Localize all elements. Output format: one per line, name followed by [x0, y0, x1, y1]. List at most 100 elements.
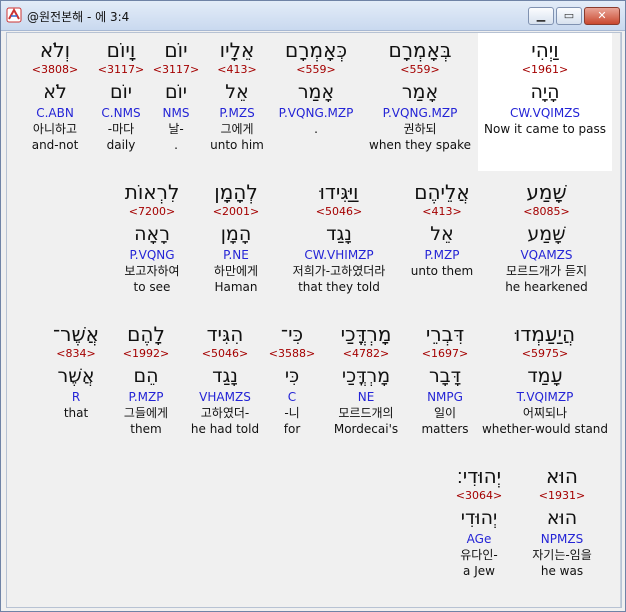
- parsing-code[interactable]: C.ABN: [21, 105, 89, 121]
- parsing-code[interactable]: P.MZP: [114, 389, 178, 405]
- strong-number[interactable]: <413>: [403, 205, 481, 219]
- korean-gloss: 모르드개가 듣지: [505, 264, 588, 278]
- strong-number[interactable]: <5046>: [188, 347, 262, 361]
- parsing-code[interactable]: CW.VQIMZS: [478, 105, 612, 121]
- scroll-track: [620, 33, 621, 607]
- korean-gloss: 저희가-고하였더라: [292, 264, 386, 278]
- korean-gloss: 고하였더-: [200, 406, 250, 420]
- hebrew-word: דִּבְרֵי: [425, 322, 465, 346]
- strong-number[interactable]: <559>: [368, 63, 472, 77]
- word-cell[interactable]: וַיְהִי <1961> הָיָה CW.VQIMZS Now it ca…: [478, 33, 612, 171]
- parsing-code[interactable]: C.NMS: [95, 105, 147, 121]
- word-cell[interactable]: וַיַּגִּידוּ <5046> נָגַד CW.VHIMZP 저희가-…: [277, 175, 401, 313]
- strong-number[interactable]: <3117>: [150, 63, 202, 77]
- interlinear-view[interactable]: וַיְהִי <1961> הָיָה CW.VQIMZS Now it ca…: [6, 32, 622, 608]
- korean-gloss: -니: [284, 406, 300, 420]
- english-gloss: when they spake: [369, 138, 471, 152]
- hebrew-lemma: לֹא: [43, 81, 67, 103]
- parsing-code[interactable]: VQAMZS: [484, 247, 609, 263]
- word-cell[interactable]: אֲלֵיהֶם <413> אֵל P.MZP unto them: [403, 175, 481, 313]
- word-cell[interactable]: כְּאָמְרָם <559> אָמַר P.VQNG.MZP .: [268, 33, 364, 171]
- parsing-code[interactable]: CW.VHIMZP: [277, 247, 401, 263]
- parsing-code[interactable]: P.MZP: [403, 247, 481, 263]
- hebrew-word: לְהָמָן: [214, 180, 258, 204]
- korean-gloss: -마다: [107, 122, 135, 136]
- korean-gloss: 아니하고: [32, 122, 78, 136]
- english-gloss: .: [174, 138, 178, 152]
- strong-number[interactable]: <834>: [44, 347, 108, 361]
- parsing-code[interactable]: AGe: [444, 531, 514, 547]
- hebrew-lemma: הוּא: [546, 507, 578, 529]
- strong-number[interactable]: <1992>: [114, 347, 178, 361]
- word-cell[interactable]: לְהָמָן <2001> הָמָן P.NE 하만에게 Haman: [200, 175, 272, 313]
- word-cell[interactable]: לִרְאוֹת <7200> רָאָה P.VQNG 보고자하여 to se…: [112, 175, 192, 313]
- strong-number[interactable]: <413>: [207, 63, 267, 77]
- close-button[interactable]: ✕: [584, 7, 620, 25]
- parsing-code[interactable]: NE: [325, 389, 407, 405]
- hebrew-lemma: אָמַר: [297, 81, 335, 103]
- word-cell[interactable]: הִגִּיד <5046> נָגַד VHAMZS 고하였더- he had…: [188, 317, 262, 455]
- word-cell[interactable]: הֲיַעַמְדוּ <5975> עָמַד T.VQIMZP 어찌되나 w…: [480, 317, 610, 455]
- word-cell[interactable]: אֲשֶׁר־ <834> אֲשֶׁר R that: [44, 317, 108, 455]
- english-gloss: unto him: [210, 138, 264, 152]
- parsing-code[interactable]: P.MZS: [207, 105, 267, 121]
- word-cell[interactable]: הוּא <1931> הוּא NPMZS 자기는-임을 he was: [521, 459, 603, 597]
- parsing-code[interactable]: NPMZS: [521, 531, 603, 547]
- strong-number[interactable]: <8085>: [484, 205, 609, 219]
- word-cell[interactable]: לָהֶם <1992> הֵם P.MZP 그들에게 them: [114, 317, 178, 455]
- parsing-code[interactable]: R: [44, 389, 108, 405]
- parsing-code[interactable]: NMS: [150, 105, 202, 121]
- word-cell[interactable]: וְלֹא <3808> לֹא C.ABN 아니하고 and-not: [21, 33, 89, 171]
- strong-number[interactable]: <5046>: [277, 205, 401, 219]
- korean-gloss: 유다인-: [460, 548, 498, 562]
- strong-number[interactable]: <1961>: [478, 63, 612, 77]
- word-cell[interactable]: כִּי־ <3588> כִּי C -니 for: [267, 317, 317, 455]
- minimize-button[interactable]: ▁: [528, 7, 554, 25]
- strong-number[interactable]: <3808>: [21, 63, 89, 77]
- strong-number[interactable]: <559>: [268, 63, 364, 77]
- strong-number[interactable]: <4782>: [325, 347, 407, 361]
- english-gloss: he hearkened: [505, 280, 588, 294]
- strong-number[interactable]: <7200>: [112, 205, 192, 219]
- maximize-button[interactable]: ▭: [556, 7, 582, 25]
- close-icon: ✕: [597, 9, 607, 22]
- english-gloss: whether-would stand: [481, 422, 609, 436]
- strong-number[interactable]: <3588>: [267, 347, 317, 361]
- parsing-code[interactable]: NMPG: [415, 389, 475, 405]
- word-cell[interactable]: יְהוּדִי׃ <3064> יְהוּדִי AGe 유다인- a Jew: [444, 459, 514, 597]
- word-cell[interactable]: בְּאָמְרָם <559> אָמַר P.VQNG.MZP 권하되 wh…: [368, 33, 472, 171]
- hebrew-lemma: יוֹם: [164, 81, 188, 103]
- strong-number[interactable]: <1697>: [415, 347, 475, 361]
- title-bar[interactable]: @원전본해 - 에 3:4 ▁ ▭ ✕: [1, 1, 625, 31]
- word-cell[interactable]: יוֹם <3117> יוֹם NMS 날- .: [150, 33, 202, 171]
- parsing-code[interactable]: VHAMZS: [188, 389, 262, 405]
- english-gloss: Now it came to pass: [484, 122, 606, 136]
- word-cell[interactable]: אֵלָיו <413> אֵל P.MZS 그에게 unto him: [207, 33, 267, 171]
- app-logo-icon: [6, 7, 22, 23]
- strong-number[interactable]: <2001>: [200, 205, 272, 219]
- hebrew-lemma: נָגַד: [212, 365, 238, 387]
- parsing-code[interactable]: P.VQNG: [112, 247, 192, 263]
- window-title: @원전본해 - 에 3:4: [27, 10, 130, 24]
- strong-number[interactable]: <1931>: [521, 489, 603, 503]
- parsing-code[interactable]: T.VQIMZP: [480, 389, 610, 405]
- strong-number[interactable]: <3064>: [444, 489, 514, 503]
- english-gloss: for: [283, 422, 301, 436]
- parsing-code[interactable]: P.VQNG.MZP: [268, 105, 364, 121]
- strong-number[interactable]: <3117>: [95, 63, 147, 77]
- hebrew-lemma: יְהוּדִי: [460, 507, 498, 529]
- hebrew-lemma: אֵל: [430, 223, 454, 245]
- word-cell[interactable]: וָיוֹם <3117> יוֹם C.NMS -마다 daily: [95, 33, 147, 171]
- parsing-code[interactable]: C: [267, 389, 317, 405]
- hebrew-word: מָרְדֳּכַי: [340, 322, 392, 346]
- word-cell[interactable]: דִּבְרֵי <1697> דָּבָר NMPG 일이 matters: [415, 317, 475, 455]
- english-gloss: .: [314, 122, 318, 136]
- korean-gloss: 자기는-임을: [532, 548, 592, 562]
- hebrew-lemma: שָׁמַע: [527, 223, 566, 245]
- strong-number[interactable]: <5975>: [480, 347, 610, 361]
- parsing-code[interactable]: P.NE: [200, 247, 272, 263]
- hebrew-lemma: אֲשֶׁר: [57, 365, 95, 387]
- word-cell[interactable]: שָׁמַע <8085> שָׁמַע VQAMZS 모르드개가 듣지 he …: [484, 175, 609, 313]
- word-cell[interactable]: מָרְדֳּכַי <4782> מָרְדֳּכַי NE 모르드개의 Mo…: [325, 317, 407, 455]
- parsing-code[interactable]: P.VQNG.MZP: [368, 105, 472, 121]
